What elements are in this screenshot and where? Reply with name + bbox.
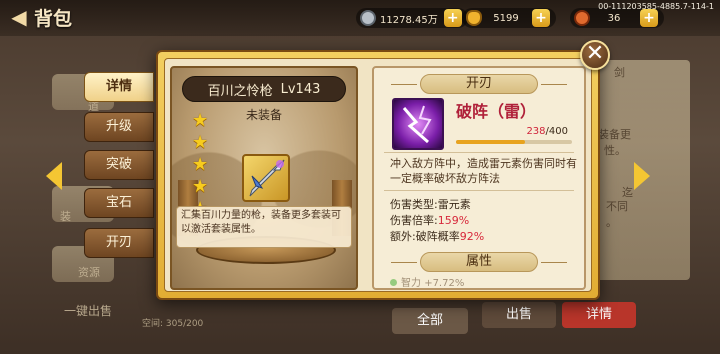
silver-coin-icon bbox=[360, 10, 376, 26]
page-title: 背包 bbox=[34, 8, 73, 30]
add-silver-button[interactable]: + bbox=[443, 9, 462, 27]
bg-right-text-1: 剑 bbox=[614, 66, 625, 79]
server-id: 00-111203585-4885.7-114-1 bbox=[598, 2, 714, 11]
section-header-sharpen: 开刃 bbox=[391, 74, 567, 94]
item-description: 汇集百川力量的枪，装备更多套装可以激活套装属性。 bbox=[176, 206, 352, 248]
attr-value: +7.72% bbox=[424, 278, 465, 289]
star-icon: ★ bbox=[192, 154, 209, 175]
skill-exp-fill bbox=[456, 140, 526, 144]
skill-info-panel: 开刃 破阵（雷） 238/400 冲入敌方阵中，造成雷元素伤害同时有一定概率破坏… bbox=[372, 66, 586, 290]
gold-ingot-icon bbox=[466, 10, 482, 26]
item-level: Lv143 bbox=[280, 81, 321, 97]
stat-damage-multiplier: 伤害倍率:159% bbox=[390, 212, 469, 228]
filter-all-button[interactable]: 全部 bbox=[392, 308, 468, 334]
stamina-icon bbox=[574, 10, 590, 26]
one-click-sell-button[interactable]: 一键出售 bbox=[64, 302, 112, 319]
star-icon: ★ bbox=[192, 132, 209, 153]
stat-label: 额外:破阵概率 bbox=[390, 230, 460, 243]
stat-value: 雷元素 bbox=[437, 198, 471, 211]
silver-coin-counter: 11278.45万 + bbox=[356, 8, 468, 28]
stat-value: 92% bbox=[459, 230, 485, 243]
skill-exp: 238/400 bbox=[526, 126, 568, 137]
divider bbox=[384, 190, 574, 191]
stamina-counter: 36 + bbox=[570, 8, 664, 28]
silver-coin-value: 11278.45万 bbox=[380, 14, 438, 26]
skill-exp-current: 238 bbox=[526, 126, 546, 137]
prev-item-arrow[interactable] bbox=[46, 162, 62, 190]
star-icon: ★ bbox=[192, 176, 209, 197]
capacity-label: 空间: 305/200 bbox=[142, 319, 204, 329]
skill-exp-max: /400 bbox=[545, 126, 568, 137]
stamina-value: 36 bbox=[607, 12, 621, 24]
close-button[interactable]: ✕ bbox=[580, 40, 610, 70]
bg-right-text-5: 不同 bbox=[606, 200, 628, 213]
skill-description: 冲入敌方阵中，造成雷元素伤害同时有一定概率破坏敌方阵法 bbox=[390, 157, 577, 185]
back-button[interactable]: ◀ bbox=[6, 6, 32, 28]
tab-gem[interactable]: 宝石 bbox=[84, 188, 154, 218]
skill-exp-bar bbox=[456, 140, 572, 144]
item-name-bar: 百川之怜枪 Lv143 bbox=[182, 76, 346, 102]
bg-right-text-3: 性。 bbox=[604, 144, 626, 157]
bg-label-equip: 装 bbox=[60, 210, 71, 223]
add-gold-button[interactable]: + bbox=[532, 9, 550, 27]
star-icon: ★ bbox=[192, 110, 209, 131]
stat-label: 伤害类型: bbox=[390, 198, 438, 211]
bg-label-resources: 资源 bbox=[78, 266, 100, 279]
bg-right-text-2: 装备更 bbox=[598, 128, 631, 141]
bg-right-text-6: 。 bbox=[606, 216, 617, 229]
gold-value: 5199 bbox=[493, 12, 519, 24]
stat-break-chance: 额外:破阵概率92% bbox=[390, 228, 484, 244]
attr-label: 智力 bbox=[401, 278, 421, 289]
next-item-arrow[interactable] bbox=[634, 162, 650, 190]
stat-value: 159% bbox=[437, 214, 470, 227]
section-header-attributes: 属性 bbox=[391, 252, 567, 272]
lightning-skill-icon bbox=[392, 98, 444, 150]
tab-detail[interactable]: 详情 bbox=[84, 72, 154, 102]
skill-name: 破阵（雷） bbox=[456, 102, 537, 121]
add-stamina-button[interactable]: + bbox=[640, 9, 658, 27]
tab-upgrade[interactable]: 升级 bbox=[84, 112, 154, 142]
stat-damage-type: 伤害类型:雷元素 bbox=[390, 196, 471, 212]
stat-label: 伤害倍率: bbox=[390, 214, 438, 227]
attribute-preview: 智力 +7.72% bbox=[390, 274, 465, 289]
detail-button[interactable]: 详情 bbox=[562, 302, 636, 328]
tab-sharpen[interactable]: 开刃 bbox=[84, 228, 154, 258]
sell-button[interactable]: 出售 bbox=[482, 302, 556, 328]
divider bbox=[384, 152, 574, 153]
gold-counter: 5199 + bbox=[462, 8, 556, 28]
item-card: 百川之怜枪 Lv143 未装备 ★ ★ ★ ★ ★ 汇集百川力量的枪，装备更多套… bbox=[170, 66, 358, 290]
item-name: 百川之怜枪 bbox=[207, 83, 273, 99]
tab-breakthrough[interactable]: 突破 bbox=[84, 150, 154, 180]
spear-icon[interactable] bbox=[242, 154, 290, 202]
attr-dot-icon bbox=[390, 279, 397, 286]
